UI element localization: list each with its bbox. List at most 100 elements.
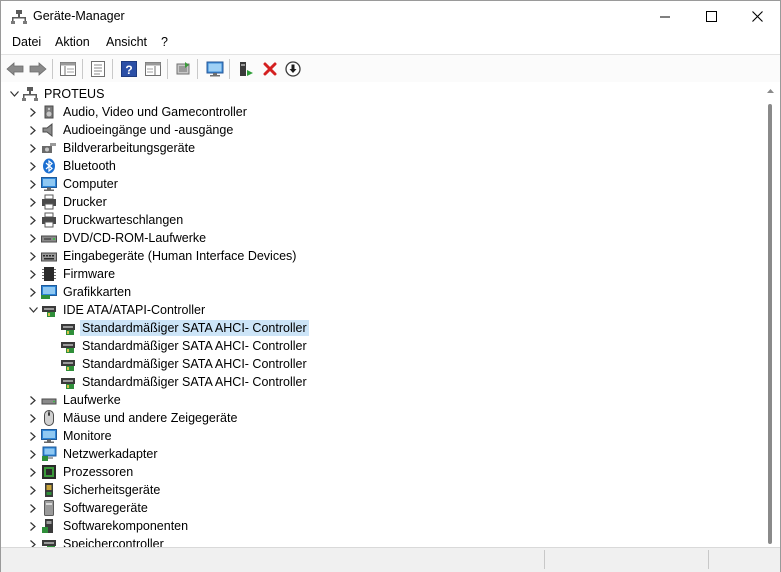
- toolbar-separator: [167, 59, 168, 79]
- window-title: Geräte-Manager: [33, 9, 125, 23]
- expand-chevron-icon[interactable]: [26, 517, 40, 535]
- menu-aktion[interactable]: Aktion: [55, 35, 90, 49]
- tree-item-label: Drucker: [63, 195, 107, 209]
- expand-chevron-icon[interactable]: [26, 427, 40, 445]
- storage-controller-icon: [59, 374, 77, 390]
- toolbar-separator: [112, 59, 113, 79]
- tree-item-bluetooth[interactable]: Bluetooth: [26, 157, 118, 175]
- tree-item-hid[interactable]: Eingabegeräte (Human Interface Devices): [26, 247, 298, 265]
- title-bar[interactable]: Geräte-Manager: [1, 1, 780, 32]
- speaker-icon: [40, 104, 58, 120]
- expand-chevron-icon[interactable]: [26, 265, 40, 283]
- display-adapter-icon: [40, 284, 58, 300]
- expand-chevron-icon[interactable]: [26, 211, 40, 229]
- toolbar-separator: [82, 59, 83, 79]
- tree-item-network-adapters[interactable]: Netzwerkadapter: [26, 445, 160, 463]
- expand-chevron-icon[interactable]: [26, 535, 40, 547]
- storage-controller-icon: [59, 338, 77, 354]
- expand-chevron-icon[interactable]: [26, 481, 40, 499]
- tree-item-software-devices[interactable]: Softwaregeräte: [26, 499, 150, 517]
- expand-chevron-icon[interactable]: [26, 139, 40, 157]
- expand-chevron-icon[interactable]: [26, 103, 40, 121]
- help-button[interactable]: ?: [119, 59, 139, 79]
- menu-ansicht[interactable]: Ansicht: [106, 35, 147, 49]
- tree-child-sata-controller[interactable]: Standardmäßiger SATA AHCI- Controller: [45, 319, 309, 337]
- tree-item-label: Bildverarbeitungsgeräte: [63, 141, 196, 155]
- tree-item-label: Standardmäßiger SATA AHCI- Controller: [82, 375, 307, 389]
- show-hide-console-tree-button[interactable]: [58, 59, 78, 79]
- storage-controller-icon: [40, 302, 58, 318]
- tree-item-label: Druckwarteschlangen: [63, 213, 184, 227]
- menu-datei[interactable]: Datei: [12, 35, 41, 49]
- tree-item-monitors[interactable]: Monitore: [26, 427, 114, 445]
- toolbar-separator: [197, 59, 198, 79]
- tree-item-label: Grafikkarten: [63, 285, 132, 299]
- tree-item-security-devices[interactable]: Sicherheitsgeräte: [26, 481, 162, 499]
- expand-chevron-icon[interactable]: [26, 175, 40, 193]
- expand-chevron-icon[interactable]: [26, 445, 40, 463]
- expand-chevron-icon[interactable]: [26, 391, 40, 409]
- expand-chevron-icon[interactable]: [26, 193, 40, 211]
- close-icon: [751, 11, 763, 22]
- tree-item-dvd[interactable]: DVD/CD-ROM-Laufwerke: [26, 229, 208, 247]
- back-button[interactable]: [5, 59, 25, 79]
- expand-chevron-icon[interactable]: [26, 121, 40, 139]
- tree-item-audio-video[interactable]: Audio, Video und Gamecontroller: [26, 103, 249, 121]
- action-pane-button[interactable]: [143, 59, 163, 79]
- close-button[interactable]: [734, 1, 780, 32]
- tree-item-computer[interactable]: Computer: [26, 175, 120, 193]
- maximize-button[interactable]: [688, 1, 734, 32]
- printer-icon: [40, 194, 58, 210]
- bluetooth-icon: [40, 158, 58, 174]
- monitor-icon: [40, 428, 58, 444]
- tree-item-print-queues[interactable]: Druckwarteschlangen: [26, 211, 185, 229]
- properties-button[interactable]: [88, 59, 108, 79]
- tree-child-sata-controller[interactable]: Standardmäßiger SATA AHCI- Controller: [45, 337, 309, 355]
- scan-hardware-button[interactable]: [205, 59, 225, 79]
- tree-item-software-components[interactable]: Softwarekomponenten: [26, 517, 190, 535]
- expand-chevron-icon[interactable]: [26, 499, 40, 517]
- minimize-button[interactable]: [642, 1, 688, 32]
- monitor-icon: [40, 176, 58, 192]
- tree-item-drives[interactable]: Laufwerke: [26, 391, 123, 409]
- tree-item-ide-controllers[interactable]: IDE ATA/ATAPI-Controller: [26, 301, 207, 319]
- disable-device-button[interactable]: [283, 59, 303, 79]
- tree-item-audio-io[interactable]: Audioeingänge und -ausgänge: [26, 121, 235, 139]
- expand-chevron-icon[interactable]: [26, 283, 40, 301]
- collapse-chevron-icon[interactable]: [7, 85, 21, 103]
- scrollbar-thumb[interactable]: [768, 104, 772, 544]
- scroll-up-arrow-icon[interactable]: [765, 85, 776, 95]
- software-component-icon: [40, 518, 58, 534]
- tree-item-mice[interactable]: Mäuse und andere Zeigegeräte: [26, 409, 239, 427]
- tree-root-item[interactable]: PROTEUS: [7, 85, 106, 103]
- tree-item-printers[interactable]: Drucker: [26, 193, 109, 211]
- tree-item-firmware[interactable]: Firmware: [26, 265, 117, 283]
- collapse-chevron-icon[interactable]: [26, 301, 40, 319]
- maximize-icon: [705, 11, 717, 22]
- expand-chevron-icon[interactable]: [26, 463, 40, 481]
- tree-child-sata-controller[interactable]: Standardmäßiger SATA AHCI- Controller: [45, 355, 309, 373]
- tree-item-processors[interactable]: Prozessoren: [26, 463, 135, 481]
- expand-chevron-icon[interactable]: [26, 247, 40, 265]
- tree-item-storage-controllers[interactable]: Speichercontroller: [26, 535, 166, 547]
- tree-item-label: Netzwerkadapter: [63, 447, 158, 461]
- expand-chevron-icon[interactable]: [26, 157, 40, 175]
- enable-device-button[interactable]: [236, 59, 256, 79]
- tree-item-display-adapters[interactable]: Grafikkarten: [26, 283, 133, 301]
- device-tree[interactable]: PROTEUS Audio, Video und Gamecontroller …: [1, 82, 765, 547]
- expand-chevron-icon[interactable]: [26, 229, 40, 247]
- status-bar: [1, 547, 780, 572]
- tree-child-sata-controller[interactable]: Standardmäßiger SATA AHCI- Controller: [45, 373, 309, 391]
- storage-controller-icon: [59, 320, 77, 336]
- update-driver-icon: [176, 62, 190, 75]
- update-driver-button[interactable]: [173, 59, 193, 79]
- menu-help[interactable]: ?: [161, 35, 168, 49]
- expand-chevron-icon[interactable]: [26, 409, 40, 427]
- tree-item-label: Speichercontroller: [63, 537, 164, 547]
- tree-item-label: Softwaregeräte: [63, 501, 148, 515]
- device-manager-app-icon: [11, 9, 27, 25]
- uninstall-device-button[interactable]: [260, 59, 280, 79]
- forward-button[interactable]: [28, 59, 48, 79]
- tree-item-imaging[interactable]: Bildverarbeitungsgeräte: [26, 139, 197, 157]
- camera-icon: [40, 140, 58, 156]
